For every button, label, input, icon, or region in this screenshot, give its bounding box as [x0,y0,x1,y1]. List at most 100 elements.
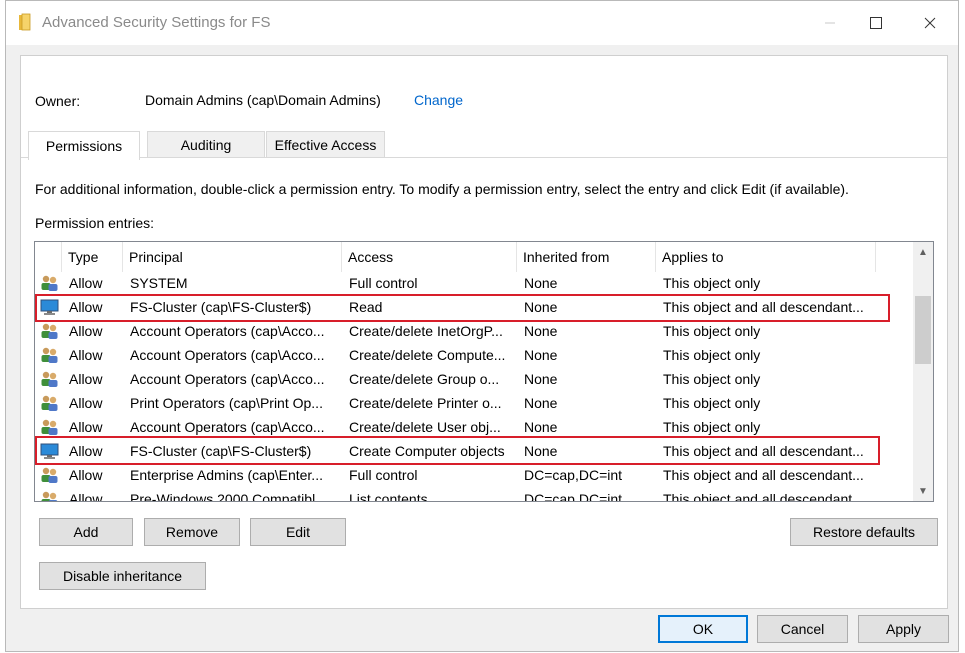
users-icon [40,274,59,292]
users-icon [40,370,59,388]
owner-label: Owner: [35,93,81,109]
vertical-scrollbar[interactable]: ▲ ▼ [913,242,933,501]
permission-entries-list[interactable]: Type Principal Access Inherited from App… [34,241,934,502]
users-icon [40,394,59,412]
table-row[interactable]: Allow Account Operators (cap\Acco... Creat… [35,415,914,439]
cell-type: Allow [69,371,103,387]
cell-type: Allow [69,299,103,315]
header-applies-to[interactable]: Applies to [656,242,876,272]
table-row[interactable]: Allow SYSTEM Full control None This object o… [35,271,914,295]
cell-type: Allow [69,419,103,435]
cell-type: Allow [69,347,103,363]
cell-applies: This object and all descendant... [663,443,864,459]
cell-principal: Enterprise Admins (cap\Enter... [130,467,323,483]
change-owner-link[interactable]: Change [414,92,463,108]
disable-inheritance-button[interactable]: Disable inheritance [39,562,206,590]
cell-access: Read [349,299,383,315]
folder-icon [19,13,31,31]
table-row[interactable]: Allow Account Operators (cap\Acco... Creat… [35,367,914,391]
window-title: Advanced Security Settings for FS [42,14,271,31]
header-principal[interactable]: Principal [123,242,342,272]
table-row[interactable]: Allow Enterprise Admins (cap\Enter... Full… [35,463,914,487]
computer-icon [40,298,59,316]
users-icon [40,346,59,364]
scroll-thumb[interactable] [915,296,931,364]
scroll-down-icon[interactable]: ▼ [913,481,933,501]
ok-button[interactable]: OK [658,615,748,643]
edit-button[interactable]: Edit [250,518,346,546]
cell-inherited: None [524,347,558,363]
table-row[interactable]: Allow Print Operators (cap\Print Op... Cre… [35,391,914,415]
tab-permissions[interactable]: Permissions [28,131,140,160]
users-icon [40,322,59,340]
cell-applies: This object only [663,371,761,387]
close-button[interactable] [907,7,953,39]
remove-button[interactable]: Remove [144,518,240,546]
cell-applies: This object only [663,347,761,363]
content-panel: Owner: Domain Admins (cap\Domain Admins)… [20,55,948,609]
cell-principal: FS-Cluster (cap\FS-Cluster$) [130,443,312,459]
users-icon [40,466,59,484]
cell-applies: This object only [663,275,761,291]
tab-divider [21,157,947,158]
computer-icon [40,442,59,460]
cell-type: Allow [69,275,103,291]
cell-inherited: None [524,371,558,387]
maximize-button[interactable] [853,7,899,39]
tab-effective-access[interactable]: Effective Access [266,131,385,157]
tab-auditing[interactable]: Auditing [147,131,265,157]
title-bar[interactable]: Advanced Security Settings for FS [6,1,958,45]
cell-principal: Account Operators (cap\Acco... [130,347,325,363]
info-text: For additional information, double-click… [35,181,849,197]
cancel-button[interactable]: Cancel [757,615,848,643]
permission-entries-label: Permission entries: [35,215,155,231]
cell-applies: This object and all descendant... [663,299,864,315]
restore-defaults-button[interactable]: Restore defaults [790,518,938,546]
minimize-icon [825,22,835,24]
owner-value: Domain Admins (cap\Domain Admins) [145,92,381,108]
close-icon [924,17,936,29]
add-button[interactable]: Add [39,518,133,546]
header-icon-column[interactable] [35,242,62,272]
header-inherited-from[interactable]: Inherited from [517,242,656,272]
cell-type: Allow [69,323,103,339]
maximize-icon [870,17,882,29]
table-row[interactable]: Allow Account Operators (cap\Acco... Creat… [35,343,914,367]
cell-principal: FS-Cluster (cap\FS-Cluster$) [130,299,312,315]
cell-inherited: None [524,323,558,339]
cell-inherited: DC=cap,DC=int [524,491,623,502]
header-access[interactable]: Access [342,242,517,272]
users-icon [40,490,59,501]
header-type[interactable]: Type [62,242,123,272]
cell-type: Allow [69,443,103,459]
cell-access: List contents [349,491,428,502]
cell-inherited: None [524,275,558,291]
cell-inherited: None [524,395,558,411]
scroll-up-icon[interactable]: ▲ [913,242,933,262]
table-row[interactable]: Allow Pre-Windows 2000 Compatibl... List c… [35,487,914,502]
cell-access: Full control [349,275,418,291]
cell-type: Allow [69,467,103,483]
cell-applies: This object only [663,395,761,411]
cell-access: Create/delete Compute... [349,347,506,363]
list-header: Type Principal Access Inherited from App… [35,242,914,272]
cell-inherited: DC=cap,DC=int [524,467,623,483]
cell-principal: Account Operators (cap\Acco... [130,371,325,387]
cell-principal: Print Operators (cap\Print Op... [130,395,323,411]
cell-principal: Account Operators (cap\Acco... [130,419,325,435]
cell-applies: This object only [663,419,761,435]
minimize-button[interactable] [807,7,853,39]
cell-inherited: None [524,419,558,435]
cell-principal: Pre-Windows 2000 Compatibl... [130,491,327,502]
cell-applies: This object and all descendant... [663,467,864,483]
table-row[interactable]: Allow FS-Cluster (cap\FS-Cluster$) Create … [35,439,914,463]
apply-button[interactable]: Apply [858,615,949,643]
table-row[interactable]: Allow Account Operators (cap\Acco... Creat… [35,319,914,343]
cell-access: Create/delete User obj... [349,419,501,435]
advanced-security-dialog: Advanced Security Settings for FS Owner:… [5,0,959,652]
table-row[interactable]: Allow FS-Cluster (cap\FS-Cluster$) Read Non… [35,295,914,319]
cell-type: Allow [69,395,103,411]
cell-applies: This object and all descendant... [663,491,864,502]
cell-access: Create/delete Printer o... [349,395,502,411]
cell-access: Create/delete InetOrgP... [349,323,503,339]
